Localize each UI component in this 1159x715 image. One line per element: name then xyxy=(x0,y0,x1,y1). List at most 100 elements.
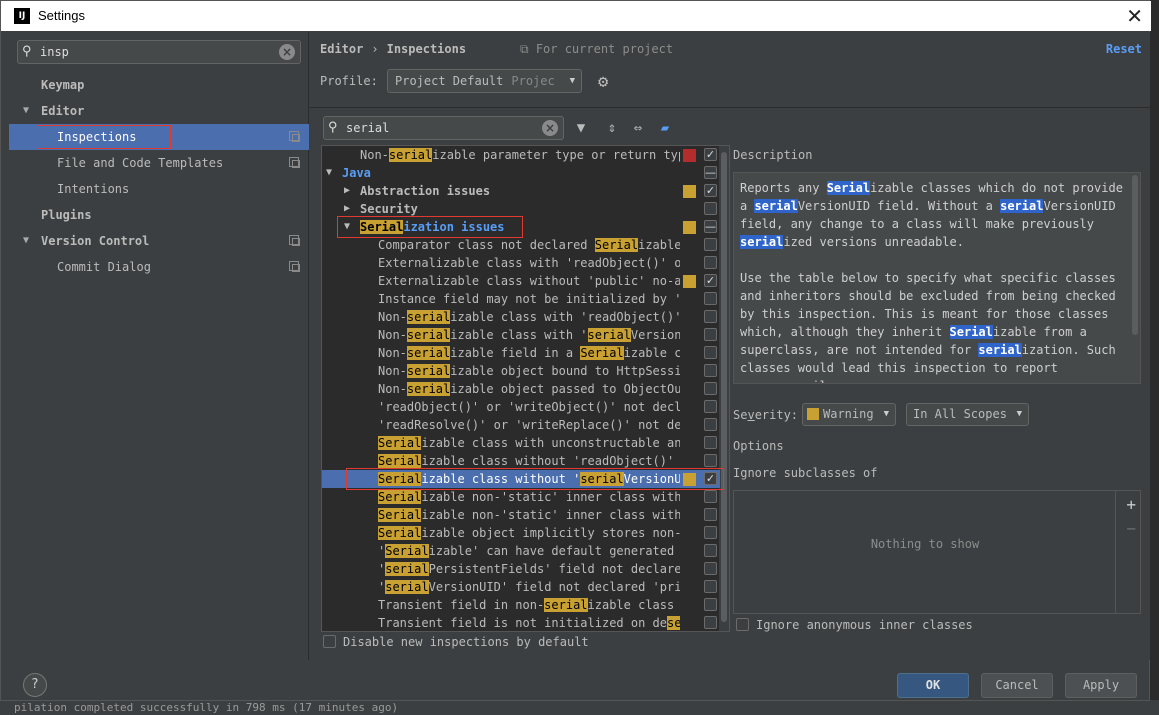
nav-item-commit-dialog[interactable]: Commit Dialog xyxy=(9,254,309,280)
enabled-checkbox[interactable] xyxy=(704,544,717,557)
enabled-checkbox[interactable] xyxy=(704,580,717,593)
nav-item-file-templates[interactable]: File and Code Templates xyxy=(9,150,309,176)
expanded-arrow-icon[interactable]: ▼ xyxy=(326,164,332,182)
tree-row[interactable]: 'serialPersistentFields' field not decla… xyxy=(322,560,720,578)
scrollbar-thumb[interactable] xyxy=(721,152,727,622)
tree-row-group[interactable]: ▶ Abstraction issues ✓ xyxy=(322,182,720,200)
nav-item-editor[interactable]: ▼ Editor xyxy=(9,98,309,124)
enabled-checkbox[interactable]: ✓ xyxy=(704,274,717,287)
tree-row-java[interactable]: ▼ Java — xyxy=(322,164,720,182)
tree-row[interactable]: Serializable class without 'readObject()… xyxy=(322,452,720,470)
cancel-button[interactable]: Cancel xyxy=(981,673,1053,698)
tree-row[interactable]: Serializable object implicitly stores no… xyxy=(322,524,720,542)
tree-row[interactable]: Comparator class not declared Serializab… xyxy=(322,236,720,254)
scope-dropdown[interactable]: In All Scopes ▼ xyxy=(906,403,1029,426)
collapsed-arrow-icon[interactable]: ▶ xyxy=(344,200,350,218)
ignore-anonymous-checkbox[interactable] xyxy=(736,618,749,631)
enabled-checkbox[interactable] xyxy=(704,328,717,341)
settings-search-input[interactable] xyxy=(40,43,270,61)
reset-link[interactable]: Reset xyxy=(1106,42,1142,56)
enabled-checkbox[interactable] xyxy=(704,238,717,251)
inspection-search-input[interactable] xyxy=(346,119,536,137)
tree-scrollbar[interactable] xyxy=(719,146,729,631)
enabled-checkbox[interactable] xyxy=(704,490,717,503)
tree-row[interactable]: 'readObject()' or 'writeObject()' not de… xyxy=(322,398,720,416)
nav-item-intentions[interactable]: Intentions xyxy=(9,176,309,202)
apply-button[interactable]: Apply xyxy=(1065,673,1137,698)
partial-checkbox[interactable]: — xyxy=(704,220,717,233)
tree-row-group[interactable]: ▶ Security xyxy=(322,200,720,218)
enabled-checkbox[interactable] xyxy=(704,382,717,395)
severity-warning-icon xyxy=(683,221,696,234)
disable-new-checkbox[interactable] xyxy=(323,635,336,648)
expanded-arrow-icon[interactable]: ▼ xyxy=(23,98,29,124)
add-icon[interactable]: + xyxy=(1126,495,1136,514)
enabled-checkbox[interactable] xyxy=(704,508,717,521)
tree-row[interactable]: Serializable non-'static' inner class wi… xyxy=(322,488,720,506)
nav-item-plugins[interactable]: Plugins xyxy=(9,202,309,228)
nav-item-keymap[interactable]: Keymap xyxy=(9,72,309,98)
tree-row[interactable]: Instance field may not be initialized by… xyxy=(322,290,720,308)
collapsed-arrow-icon[interactable]: ▶ xyxy=(344,182,350,200)
tree-row[interactable]: Non-serializable class with 'readObject(… xyxy=(322,308,720,326)
tree-row[interactable]: Serializable class with unconstructable … xyxy=(322,434,720,452)
enabled-checkbox[interactable] xyxy=(704,364,717,377)
tree-row[interactable]: Non-serializable field in a Serializable… xyxy=(322,344,720,362)
tree-row[interactable]: 'serialVersionUID' field not declared 'p… xyxy=(322,578,720,596)
description-panel: Reports any Serializable classes which d… xyxy=(733,172,1141,384)
tree-row[interactable]: Non-serializable object bound to HttpSes… xyxy=(322,362,720,380)
enabled-checkbox[interactable] xyxy=(704,454,717,467)
tree-row[interactable]: Externalizable class without 'public' no… xyxy=(322,272,720,290)
description-scrollbar[interactable] xyxy=(1132,175,1138,335)
close-icon[interactable]: ✕ xyxy=(1126,4,1143,29)
collapse-all-icon[interactable]: ⇔ xyxy=(629,119,647,137)
enabled-checkbox[interactable] xyxy=(704,256,717,269)
expanded-arrow-icon[interactable]: ▼ xyxy=(23,228,29,254)
gear-icon[interactable]: ⚙ xyxy=(598,72,608,92)
help-button[interactable]: ? xyxy=(23,673,47,697)
tree-row-selected[interactable]: Serializable class without 'serialVersio… xyxy=(322,470,720,488)
tree-row-serialization-issues[interactable]: ▼ Serialization issues — xyxy=(322,218,720,236)
expanded-arrow-icon[interactable]: ▼ xyxy=(344,218,350,236)
enabled-checkbox[interactable] xyxy=(704,400,717,413)
reset-to-default-icon[interactable]: ▰ xyxy=(656,119,674,137)
enabled-checkbox[interactable] xyxy=(704,292,717,305)
enabled-checkbox[interactable] xyxy=(704,616,717,629)
filter-icon[interactable]: ▼ xyxy=(572,119,590,137)
tree-row[interactable]: Externalizable class with 'readObject()'… xyxy=(322,254,720,272)
tree-row[interactable]: Non-serializable object passed to Object… xyxy=(322,380,720,398)
ignore-anonymous-inner-classes[interactable]: Ignore anonymous inner classes xyxy=(736,618,973,632)
profile-dropdown[interactable]: Project Default Projec ▼ xyxy=(387,69,582,93)
disable-new-inspections[interactable]: Disable new inspections by default xyxy=(323,635,589,649)
tree-row[interactable]: 'Serializable' can have default generate… xyxy=(322,542,720,560)
settings-search[interactable]: ⚲ × xyxy=(17,40,301,64)
tree-row[interactable]: Serializable non-'static' inner class wi… xyxy=(322,506,720,524)
nav-item-inspections[interactable]: Inspections xyxy=(9,124,309,150)
partial-checkbox[interactable]: — xyxy=(704,166,717,179)
enabled-checkbox[interactable] xyxy=(704,202,717,215)
clear-search-icon[interactable]: × xyxy=(542,120,558,136)
enabled-checkbox[interactable] xyxy=(704,346,717,359)
tree-row[interactable]: Non-serializable parameter type or retur… xyxy=(322,146,720,164)
ok-button[interactable]: OK xyxy=(897,673,969,698)
clear-search-icon[interactable]: × xyxy=(279,44,295,60)
ignore-list-area[interactable]: Nothing to show xyxy=(734,491,1116,613)
enabled-checkbox[interactable]: ✓ xyxy=(704,184,717,197)
tree-row[interactable]: 'readResolve()' or 'writeReplace()' not … xyxy=(322,416,720,434)
enabled-checkbox[interactable] xyxy=(704,526,717,539)
enabled-checkbox[interactable]: ✓ xyxy=(704,148,717,161)
severity-dropdown[interactable]: Warning ▼ xyxy=(802,403,896,426)
expand-all-icon[interactable]: ⇕ xyxy=(603,119,621,137)
tree-row[interactable]: Non-serializable class with 'serialVersi… xyxy=(322,326,720,344)
enabled-checkbox[interactable] xyxy=(704,436,717,449)
enabled-checkbox[interactable] xyxy=(704,418,717,431)
tree-row[interactable]: Transient field in non-serializable clas… xyxy=(322,596,720,614)
enabled-checkbox[interactable] xyxy=(704,562,717,575)
inspection-search[interactable]: ⚲ × xyxy=(323,116,564,140)
enabled-checkbox[interactable] xyxy=(704,598,717,611)
tree-row[interactable]: Transient field is not initialized on de… xyxy=(322,614,720,631)
inspections-panel: Editor › Inspections ⧉ For current project… xyxy=(310,32,1150,660)
enabled-checkbox[interactable]: ✓ xyxy=(704,472,717,485)
enabled-checkbox[interactable] xyxy=(704,310,717,323)
nav-item-version-control[interactable]: ▼ Version Control xyxy=(9,228,309,254)
